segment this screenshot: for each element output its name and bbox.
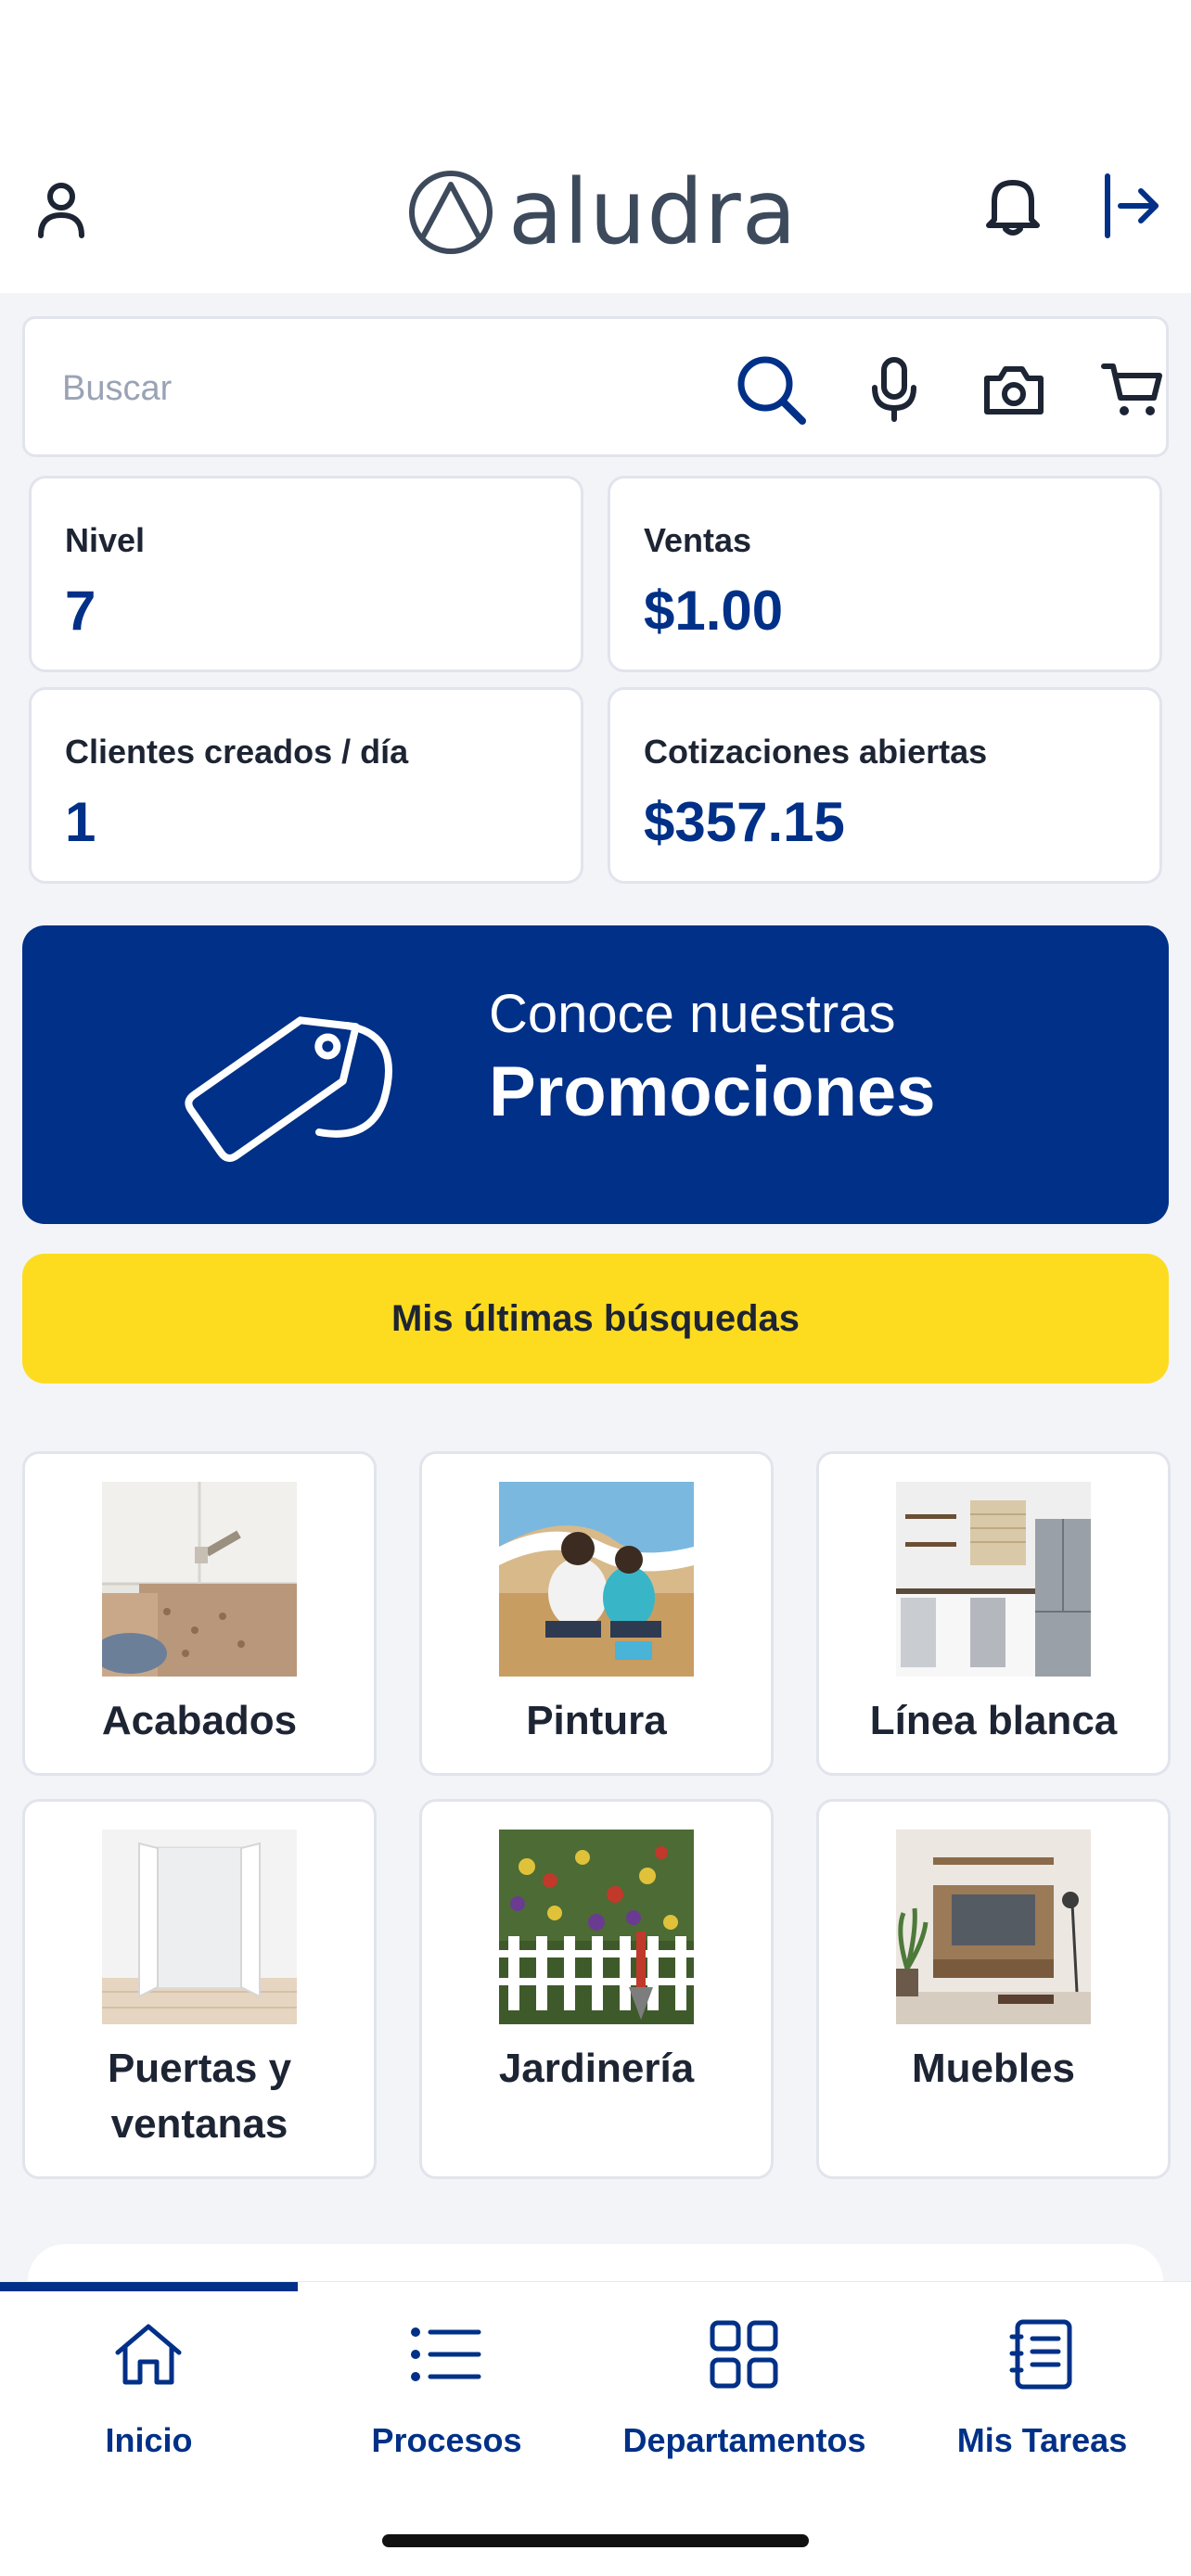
stat-value: 1 [65,791,96,853]
stat-label: Ventas [644,521,752,559]
category-label: Línea blanca [869,1698,1118,1743]
category-label: Puertas y ventanas [107,2046,292,2147]
notebook-icon [1005,2317,1079,2391]
home-indicator [382,2534,809,2547]
furniture-photo [896,1830,1091,2024]
floor-tiling-photo [102,1482,297,1677]
logout-icon[interactable] [1095,169,1169,243]
category-tile-jardineria[interactable]: Jardinería [419,1799,774,2179]
list-icon [409,2317,483,2391]
promo-subtitle: Conoce nuestras [489,984,896,1044]
stat-card-cotizaciones: Cotizaciones abiertas $357.15 [608,687,1162,884]
doors-photo [102,1830,297,2024]
kitchen-appliances-photo [896,1482,1091,1677]
home-icon [111,2317,186,2391]
stat-label: Nivel [65,521,146,559]
stat-card-ventas: Ventas $1.00 [608,476,1162,672]
app-header: aludra [0,148,1191,293]
camera-icon[interactable] [973,349,1055,430]
garden-flowers-photo [499,1830,694,2024]
category-tile-pintura[interactable]: Pintura [419,1451,774,1776]
notifications-bell-icon[interactable] [976,169,1050,243]
tab-departamentos[interactable]: Departamentos [596,2282,893,2486]
tab-label: Inicio [105,2421,193,2459]
category-label: Pintura [526,1698,667,1743]
category-tile-acabados[interactable]: Acabados [22,1451,377,1776]
category-tile-puertas[interactable]: Puertas y ventanas [22,1799,377,2179]
microphone-icon[interactable] [853,349,935,430]
tab-label: Mis Tareas [956,2421,1128,2459]
grid-icon [707,2317,781,2391]
tab-inicio[interactable]: Inicio [0,2282,298,2486]
brand-name: aludra [508,160,798,264]
brand-logo: aludra [406,161,798,263]
painting-photo [499,1482,694,1677]
stat-value: $357.15 [644,791,845,853]
status-bar-area [0,0,1191,148]
tab-mis-tareas[interactable]: Mis Tareas [893,2282,1191,2486]
search-input[interactable] [62,356,656,421]
stat-value: $1.00 [644,580,784,642]
bottom-tab-bar: Inicio Procesos Departamentos Mis Tareas [0,2281,1191,2576]
stat-card-clientes: Clientes creados / día 1 [29,687,583,884]
category-label: Jardinería [498,2046,695,2091]
shopping-cart-icon[interactable] [1092,349,1173,430]
category-tile-linea-blanca[interactable]: Línea blanca [816,1451,1171,1776]
promo-title: Promociones [489,1052,936,1131]
tab-procesos[interactable]: Procesos [298,2282,596,2486]
category-label: Muebles [911,2046,1076,2091]
user-profile-icon[interactable] [28,176,95,243]
search-bar [22,316,1169,457]
aludra-logo-mark-icon [409,171,493,254]
stat-card-nivel: Nivel 7 [29,476,583,672]
promotions-banner[interactable]: Conoce nuestras Promociones [22,925,1169,1224]
stat-label: Cotizaciones abiertas [644,733,988,771]
tab-label: Procesos [371,2421,522,2459]
tab-label: Departamentos [622,2421,866,2459]
category-label: Acabados [101,1698,298,1743]
price-tag-icon [185,1016,392,1162]
stat-value: 7 [65,580,96,642]
stat-label: Clientes creados / día [65,733,409,771]
search-icon[interactable] [730,349,812,430]
recent-searches-button[interactable]: Mis últimas búsquedas [22,1254,1169,1384]
category-tile-muebles[interactable]: Muebles [816,1799,1171,2179]
